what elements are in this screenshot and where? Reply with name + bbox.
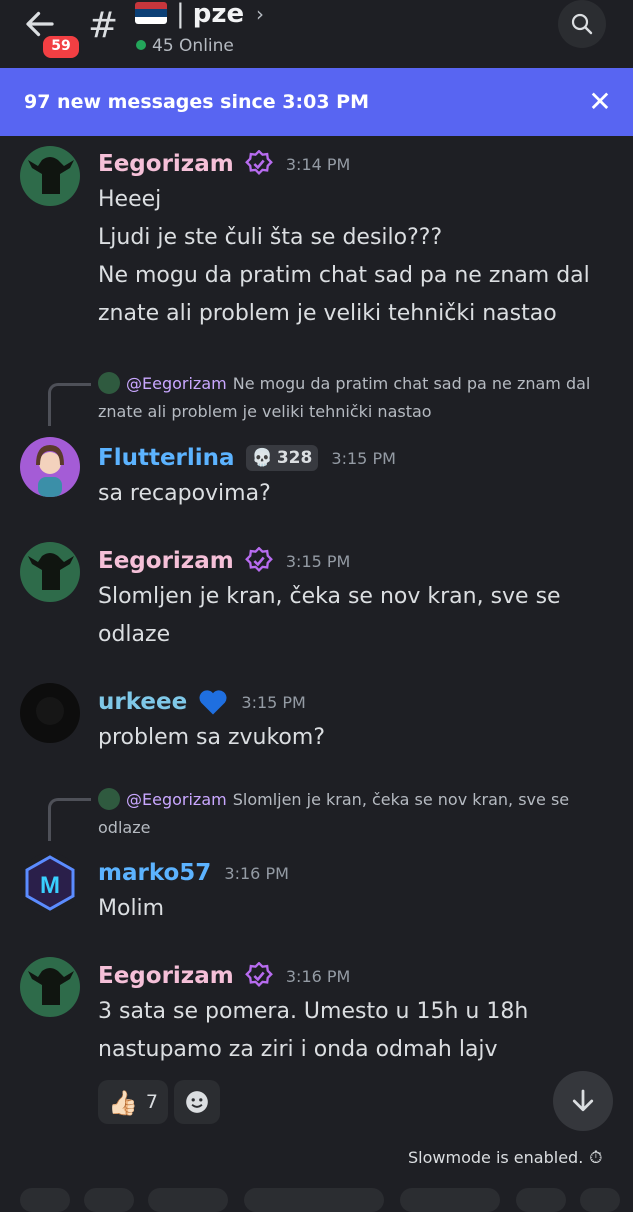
unread-badge: 59 [40, 33, 82, 61]
message-content: Molim [98, 890, 618, 928]
channel-name: pze [192, 0, 245, 29]
message-line: Molim [98, 896, 165, 921]
avatar-eegorizam[interactable] [20, 957, 80, 1017]
author-name[interactable]: marko57 [98, 860, 211, 886]
author-name[interactable]: Eegorizam [98, 963, 234, 989]
reply-preview[interactable]: @Eegorizam Ne mogu da pratim chat sad pa … [98, 370, 608, 426]
skull-icon: 💀 [251, 448, 273, 468]
reply-avatar [98, 788, 120, 810]
message-time: 3:15 PM [285, 551, 351, 571]
add-reaction-button[interactable] [173, 1080, 220, 1124]
online-count: 45 Online [136, 35, 234, 57]
message-line: sa recapovima? [98, 481, 271, 506]
search-icon [571, 13, 593, 35]
author-name[interactable]: Flutterlina [98, 445, 235, 471]
author-name[interactable]: urkeee [98, 689, 187, 715]
scroll-to-bottom-button[interactable] [553, 1071, 613, 1131]
reply-connector [48, 383, 91, 426]
message-time: 3:16 PM [285, 966, 351, 986]
member-badge: 💀 328 [245, 445, 319, 471]
author-name[interactable]: Eegorizam [98, 151, 234, 177]
online-status-dot [136, 40, 146, 50]
arrow-down-icon [572, 1089, 594, 1112]
reaction-count: 7 [145, 1091, 158, 1113]
avatar-urkeee[interactable] [20, 683, 80, 743]
hash-icon: # [88, 5, 119, 46]
reaction-thumbs-up[interactable]: 👍🏻 7 [98, 1080, 168, 1124]
badge-count: 328 [276, 448, 313, 468]
message-content: Slomljen je kran, čeka se nov kran, sve … [98, 578, 578, 654]
message-header: Eegorizam 3:16 PM [98, 961, 350, 991]
message-line: Slomljen je kran, čeka se nov kran, sve … [98, 584, 561, 647]
author-name[interactable]: Eegorizam [98, 548, 234, 574]
search-button[interactable] [558, 0, 606, 48]
message-time: 3:15 PM [241, 692, 306, 712]
reactions-bar: 👍🏻 7 [98, 1080, 226, 1124]
thumbs-up-icon: 👍🏻 [108, 1089, 138, 1117]
message-line: Ljudi je ste čuli šta se desilo??? [98, 225, 443, 250]
channel-title[interactable]: | pze [176, 0, 244, 32]
channel-separator: | [176, 0, 185, 29]
avatar-flutterlina[interactable] [20, 437, 80, 497]
slowmode-notice: Slowmode is enabled. ⏱ [408, 1146, 603, 1170]
avatar-marko57[interactable]: M [20, 853, 80, 913]
message-line: problem sa zvukom? [98, 725, 325, 750]
reply-avatar [98, 372, 120, 394]
verified-badge-icon [244, 547, 273, 572]
close-icon[interactable]: ✕ [584, 86, 616, 118]
message-header: Flutterlina 💀 328 3:15 PM [98, 443, 396, 473]
message-line: Ne mogu da pratim chat sad pa ne znam da… [98, 263, 590, 326]
message-content: 3 sata se pomera. Umesto u 15h u 18h nas… [98, 993, 538, 1069]
message-content: sa recapovima? [98, 475, 618, 513]
chevron-right-icon[interactable]: › [256, 2, 264, 26]
reply-mention[interactable]: @Eegorizam [126, 374, 227, 393]
message-time: 3:16 PM [224, 863, 289, 883]
message-header: Eegorizam 3:14 PM [98, 149, 350, 179]
message-header: Eegorizam 3:15 PM [98, 546, 350, 576]
smiley-icon [186, 1091, 208, 1113]
stopwatch-icon: ⏱ [589, 1148, 603, 1168]
verified-badge-icon [244, 962, 273, 987]
verified-badge-icon [244, 150, 273, 175]
avatar-eegorizam[interactable] [20, 542, 80, 602]
message-line: 3 sata se pomera. Umesto u 15h u 18h nas… [98, 999, 529, 1062]
serbia-flag-icon [135, 2, 167, 24]
message-time: 3:14 PM [285, 154, 351, 174]
reply-mention[interactable]: @Eegorizam [126, 790, 227, 809]
slowmode-text: Slowmode is enabled. [408, 1148, 584, 1167]
chat-input-bar-edge [0, 1186, 633, 1212]
blue-heart-icon [199, 690, 227, 715]
svg-text:M: M [40, 872, 60, 899]
avatar-eegorizam[interactable] [20, 146, 80, 206]
online-text: 45 Online [152, 36, 234, 56]
message-content: Heeej Ljudi je ste čuli šta se desilo???… [98, 181, 618, 333]
message-header: marko57 3:16 PM [98, 858, 289, 888]
message-content: problem sa zvukom? [98, 719, 618, 757]
message-line: Heeej [98, 187, 162, 212]
message-header: urkeee 3:15 PM [98, 687, 306, 717]
channel-header: 59 # | pze › 45 Online [0, 0, 633, 68]
new-messages-text: 97 new messages since 3:03 PM [24, 91, 369, 113]
message-time: 3:15 PM [331, 448, 396, 468]
reply-preview[interactable]: @Eegorizam Slomljen je kran, čeka se nov … [98, 786, 608, 842]
reply-connector [48, 798, 91, 841]
new-messages-banner[interactable]: 97 new messages since 3:03 PM ✕ [0, 68, 633, 136]
